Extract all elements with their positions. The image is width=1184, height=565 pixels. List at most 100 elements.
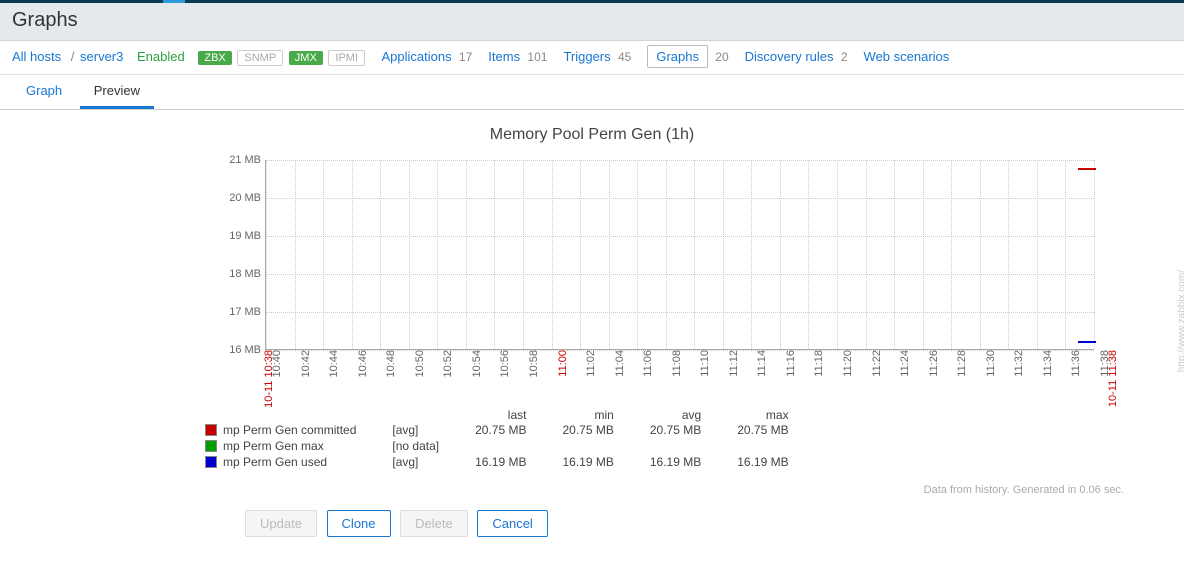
topbar xyxy=(0,0,1184,3)
tabs: Graph Preview xyxy=(0,75,1184,110)
nav-count: 101 xyxy=(524,50,547,64)
clone-button[interactable]: Clone xyxy=(327,510,391,537)
host-nav: All hosts / server3 Enabled ZBX SNMP JMX… xyxy=(0,41,1184,75)
x-tick-label: 11:30 xyxy=(985,350,997,377)
legend-agg: [avg] xyxy=(374,422,457,438)
cancel-button[interactable]: Cancel xyxy=(477,510,547,537)
legend-value-max xyxy=(719,438,806,454)
legend-value-min xyxy=(544,438,631,454)
legend-series-name: mp Perm Gen max xyxy=(223,439,324,453)
badge-zbx[interactable]: ZBX xyxy=(198,51,231,65)
gridline-v xyxy=(295,160,296,349)
gridline-v xyxy=(1008,160,1009,349)
gridline-h xyxy=(266,274,1094,275)
tab-preview[interactable]: Preview xyxy=(80,75,154,109)
legend-agg: [avg] xyxy=(374,454,457,470)
footer-note: Data from history. Generated in 0.06 sec… xyxy=(30,484,1154,496)
legend-series-name: mp Perm Gen used xyxy=(223,455,327,469)
x-tick-label: 11:20 xyxy=(842,350,854,377)
nav-item-discovery-rules[interactable]: Discovery rules 2 xyxy=(745,49,848,64)
legend-swatch xyxy=(205,424,217,436)
legend-swatch xyxy=(205,456,217,468)
gridline-v xyxy=(951,160,952,349)
gridline-h xyxy=(266,312,1094,313)
nav-link[interactable]: Graphs xyxy=(647,45,708,68)
legend-value-last: 16.19 MB xyxy=(457,454,544,470)
x-tick-label: 10:42 xyxy=(300,350,312,378)
data-marker xyxy=(1078,341,1096,343)
page-title-bar: Graphs xyxy=(0,3,1184,41)
y-tick-label: 17 MB xyxy=(221,306,261,318)
legend-row: mp Perm Gen max[no data] xyxy=(205,438,807,454)
x-tick-label: 10:58 xyxy=(528,350,540,378)
gridline-v xyxy=(1065,160,1066,349)
nav-item-applications[interactable]: Applications 17 xyxy=(381,49,472,64)
gridline-v xyxy=(980,160,981,349)
breadcrumb-all-hosts[interactable]: All hosts xyxy=(12,49,61,64)
legend-value-min: 16.19 MB xyxy=(544,454,631,470)
legend-value-min: 20.75 MB xyxy=(544,422,631,438)
chart-plot: 16 MB17 MB18 MB19 MB20 MB21 MB xyxy=(265,160,1094,350)
x-tick-label: 11:36 xyxy=(1070,350,1082,377)
legend-swatch xyxy=(205,440,217,452)
gridline-v xyxy=(780,160,781,349)
gridline-v xyxy=(466,160,467,349)
gridline-v xyxy=(380,160,381,349)
badge-snmp: SNMP xyxy=(237,50,283,66)
host-enabled-label: Enabled xyxy=(137,49,185,64)
legend-header: avg xyxy=(632,408,719,422)
badge-jmx[interactable]: JMX xyxy=(289,51,323,65)
breadcrumb-host[interactable]: server3 xyxy=(80,49,123,64)
nav-item-web-scenarios[interactable]: Web scenarios xyxy=(864,49,954,64)
y-tick-label: 19 MB xyxy=(221,230,261,242)
nav-item-triggers[interactable]: Triggers 45 xyxy=(563,49,631,64)
page-title: Graphs xyxy=(12,9,1172,32)
legend-value-avg xyxy=(632,438,719,454)
legend-series-name: mp Perm Gen committed xyxy=(223,423,356,437)
x-tick-label: 11:18 xyxy=(813,350,825,377)
gridline-v xyxy=(923,160,924,349)
gridline-v xyxy=(866,160,867,349)
nav-link[interactable]: Items xyxy=(488,49,520,64)
breadcrumb-sep: / xyxy=(71,49,75,64)
legend-row: mp Perm Gen used[avg]16.19 MB16.19 MB16.… xyxy=(205,454,807,470)
x-tick-label: 11:14 xyxy=(756,350,768,377)
legend-header: max xyxy=(719,408,806,422)
legend-header: min xyxy=(544,408,631,422)
x-tick-label: 11:22 xyxy=(871,350,883,377)
nav-link[interactable]: Web scenarios xyxy=(864,49,950,64)
x-tick-label: 11:16 xyxy=(785,350,797,377)
legend-value-last: 20.75 MB xyxy=(457,422,544,438)
data-marker xyxy=(1078,168,1096,170)
tab-graph[interactable]: Graph xyxy=(12,75,76,106)
x-tick-label: 11:32 xyxy=(1013,350,1025,377)
gridline-h xyxy=(266,236,1094,237)
gridline-h xyxy=(266,160,1094,161)
legend-value-max: 20.75 MB xyxy=(719,422,806,438)
nav-item-graphs[interactable]: Graphs 20 xyxy=(647,49,728,64)
legend-header: last xyxy=(457,408,544,422)
delete-button: Delete xyxy=(400,510,468,537)
gridline-v xyxy=(437,160,438,349)
x-tick-label: 10:44 xyxy=(328,350,340,378)
chart-wrap: http://www.zabbix.com/ Memory Pool Perm … xyxy=(0,110,1184,565)
legend-value-last xyxy=(457,438,544,454)
legend-value-max: 16.19 MB xyxy=(719,454,806,470)
button-row: Update Clone Delete Cancel xyxy=(245,510,1154,537)
x-tick-label: 11:10 xyxy=(699,350,711,377)
chart-area: 16 MB17 MB18 MB19 MB20 MB21 MB 10-11 10:… xyxy=(215,150,1094,360)
x-tick-label: 10:48 xyxy=(385,350,397,378)
gridline-v xyxy=(609,160,610,349)
nav-item-items[interactable]: Items 101 xyxy=(488,49,547,64)
gridline-v xyxy=(808,160,809,349)
x-tick-label: 11:28 xyxy=(956,350,968,377)
nav-link[interactable]: Triggers xyxy=(563,49,610,64)
gridline-v xyxy=(666,160,667,349)
nav-link[interactable]: Applications xyxy=(381,49,451,64)
legend-value-avg: 20.75 MB xyxy=(632,422,719,438)
x-tick-label: 10:46 xyxy=(357,350,369,378)
nav-count: 20 xyxy=(712,50,729,64)
gridline-v xyxy=(552,160,553,349)
gridline-v xyxy=(637,160,638,349)
nav-link[interactable]: Discovery rules xyxy=(745,49,834,64)
